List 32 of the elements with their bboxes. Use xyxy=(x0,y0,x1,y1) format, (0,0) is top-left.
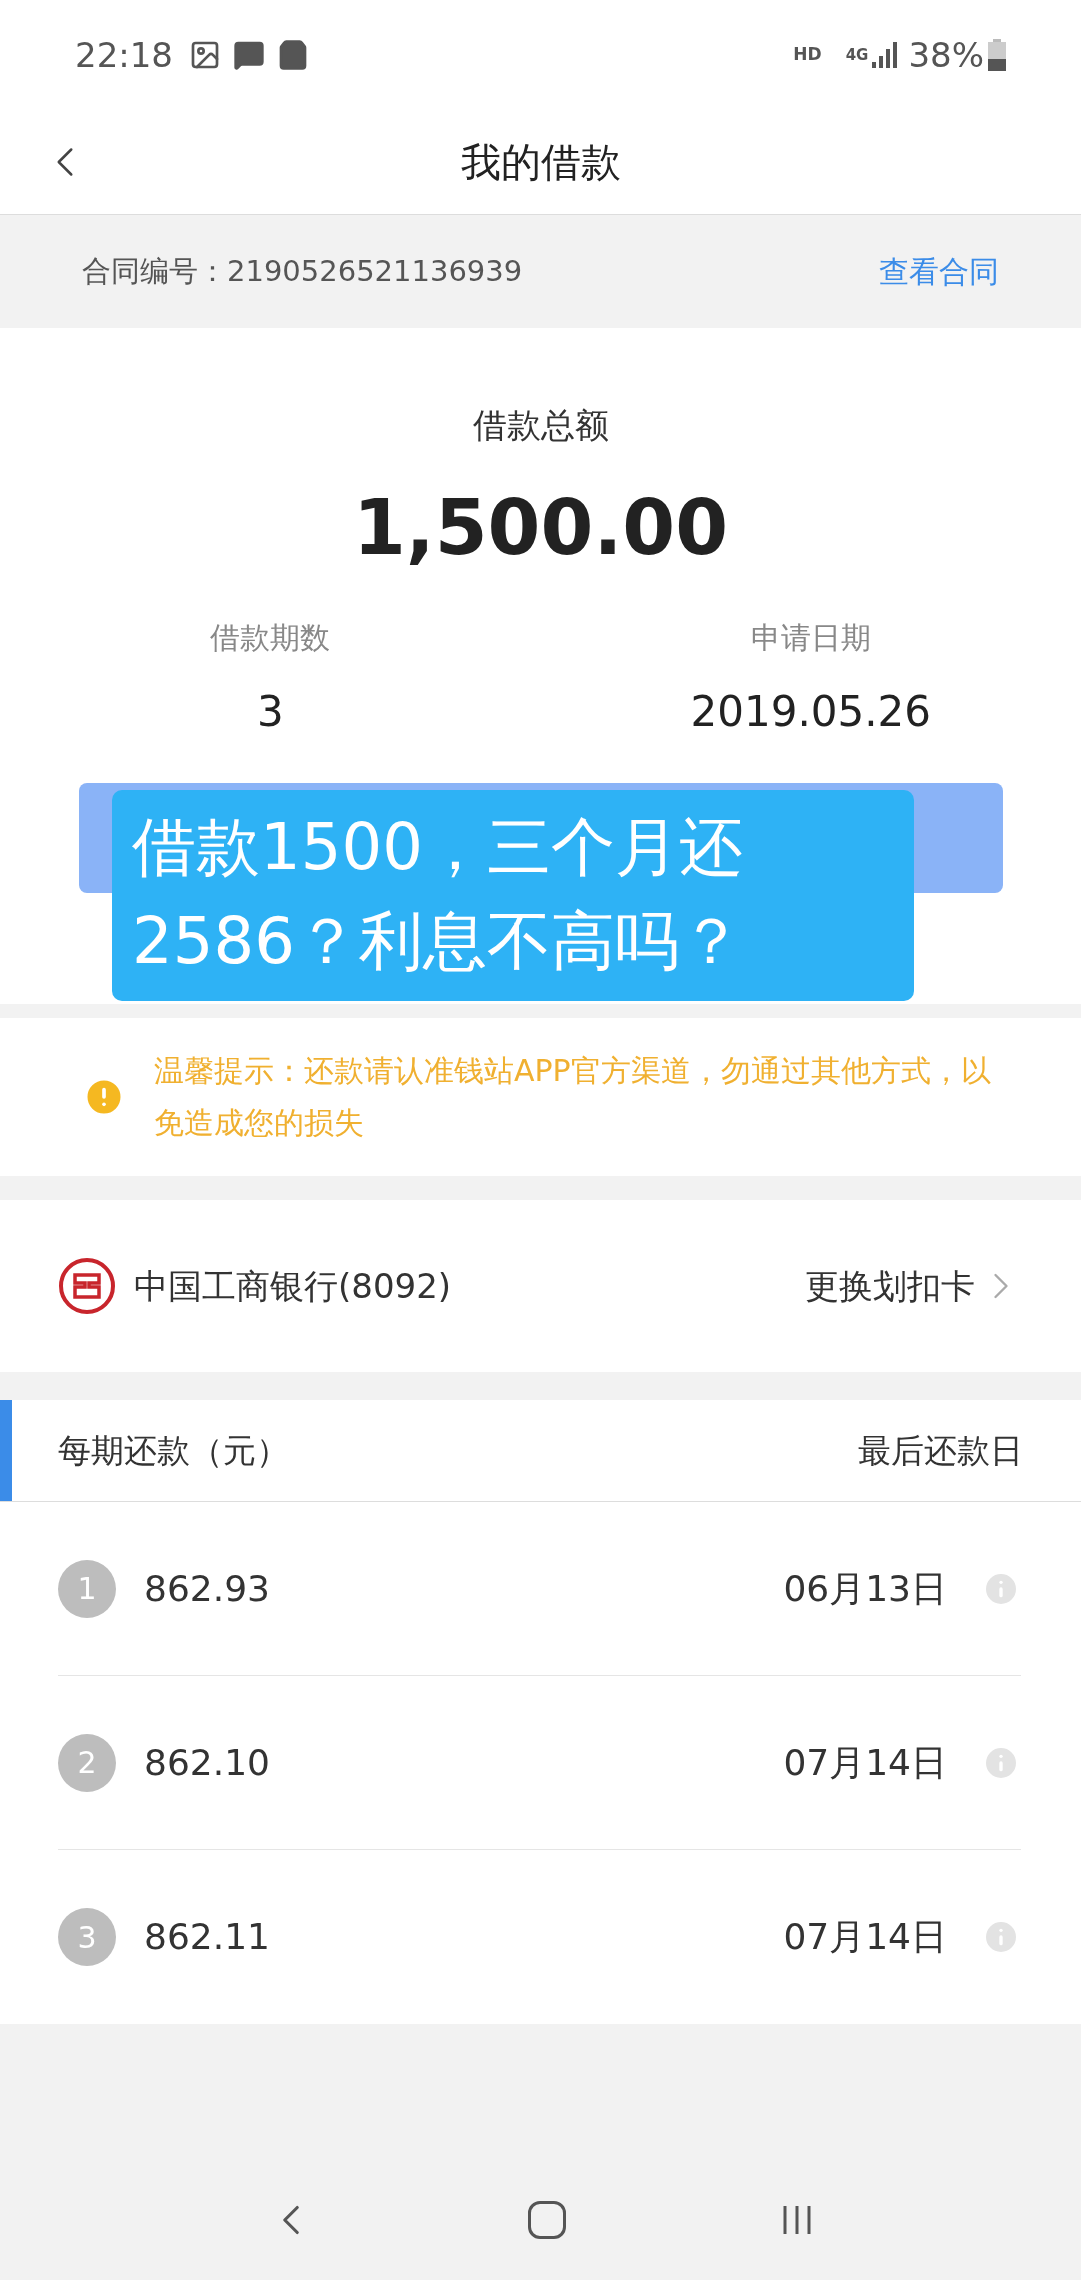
bank-logo-icon xyxy=(58,1257,116,1315)
column-header: 每期还款（元） xyxy=(58,1429,289,1472)
installment-number: 2 xyxy=(58,1733,116,1792)
column-header: 最后还款日 xyxy=(858,1429,1023,1472)
stat-label: 借款期数 xyxy=(210,619,331,657)
hd-indicator: HD xyxy=(793,43,822,67)
network-indicator: 4G xyxy=(845,44,869,66)
due-date: 06月13日 xyxy=(783,1566,947,1611)
notice-text: 温馨提示：还款请认准钱站APP官方渠道，勿通过其他方式，以免造成您的损失 xyxy=(154,1052,992,1142)
stat-label: 申请日期 xyxy=(750,619,871,657)
due-date: 07月14日 xyxy=(783,1740,947,1785)
installment-number: 3 xyxy=(58,1908,116,1966)
due-date: 07月14日 xyxy=(783,1915,947,1959)
installment-amount: 862.10 xyxy=(144,1740,270,1785)
bank-card-name: 中国工商银行(8092) xyxy=(134,1264,452,1308)
annotation-tooltip: 借款1500，三个月还2586？利息不高吗？ xyxy=(112,790,914,1001)
image-icon xyxy=(189,39,221,71)
installment-number: 1 xyxy=(58,1559,116,1618)
total-label: 借款总额 xyxy=(472,404,609,447)
stat-value: 3 xyxy=(256,686,284,738)
status-time: 22:18 xyxy=(75,33,173,77)
stat-value: 2019.05.26 xyxy=(690,686,931,738)
battery-level: 38% xyxy=(908,33,984,77)
change-card-button[interactable]: 更换划扣卡 xyxy=(805,1260,1023,1312)
contract-number: 合同编号：2190526521136939 xyxy=(82,252,523,290)
page-title: 我的借款 xyxy=(460,138,621,187)
installment-amount: 862.11 xyxy=(144,1915,270,1959)
total-amount: 1,500.00 xyxy=(353,482,728,574)
battery-icon xyxy=(988,39,1006,71)
installment-amount: 862.93 xyxy=(144,1566,270,1611)
nav-home-icon[interactable] xyxy=(528,2201,567,2239)
message-icon xyxy=(233,39,265,71)
